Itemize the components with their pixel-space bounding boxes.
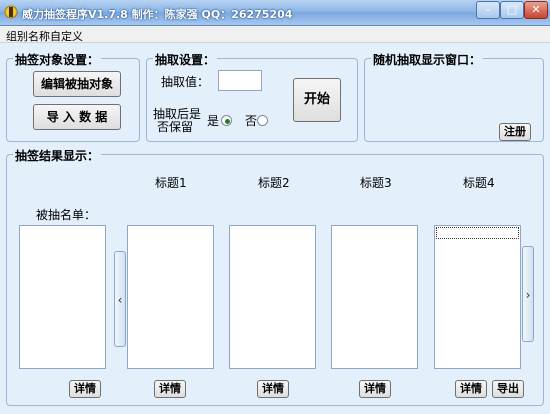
result-list-2[interactable] [229,225,316,369]
column-header-2: 标题2 [258,176,290,190]
close-button[interactable]: ✕ [524,1,548,19]
column-header-3: 标题3 [360,176,392,190]
title-bar[interactable]: 威力抽签程序V1.7.8 制作：陈家强 QQ：26275204 – □ ✕ [0,0,550,26]
drawn-list[interactable] [19,225,106,369]
keep-label-line2: 否保留 [157,120,194,134]
column-header-1: 标题1 [155,176,187,190]
minimize-button[interactable]: – [476,1,500,19]
register-button[interactable]: 注册 [499,123,531,141]
draw-settings-group: 抽取设置： 抽取值： 抽取后是 否保留 是 否 开始 [146,51,358,142]
scroll-right-button[interactable]: › [522,246,534,342]
keep-no-label: 否 [245,114,258,128]
detail-button-4[interactable]: 详情 [455,380,487,398]
menu-bar: 组别名称自定义 [0,26,550,43]
detail-button-2[interactable]: 详情 [257,380,289,398]
result-list-1[interactable] [127,225,214,369]
random-display-group: 随机抽取显示窗口： 注册 [364,51,544,142]
import-data-button[interactable]: 导 入 数 据 [33,104,121,130]
drawn-list-label: 被抽名单： [36,208,97,222]
results-label: 抽签结果显示： [13,147,102,164]
keep-yes-label: 是 [207,114,220,128]
random-display-label: 随机抽取显示窗口： [371,51,484,68]
maximize-button[interactable]: □ [500,1,524,19]
keep-after-draw-label: 抽取后是 否保留 [153,108,201,134]
edit-targets-button[interactable]: 编辑被抽对象 [33,71,121,97]
app-icon [4,5,18,19]
detail-button-list[interactable]: 详情 [69,380,101,398]
target-settings-group: 抽签对象设置： 编辑被抽对象 导 入 数 据 [6,51,140,142]
column-header-4: 标题4 [463,176,495,190]
start-button[interactable]: 开始 [293,78,341,122]
scroll-left-button[interactable]: ‹ [114,251,126,347]
list-selection [436,227,519,239]
result-list-3[interactable] [331,225,418,369]
detail-button-1[interactable]: 详情 [154,380,186,398]
draw-count-label: 抽取值： [161,75,210,89]
draw-settings-label: 抽取设置： [153,51,218,68]
target-settings-label: 抽签对象设置： [13,51,102,68]
export-button[interactable]: 导出 [492,380,524,398]
keep-no-radio[interactable] [257,115,268,126]
keep-yes-radio[interactable] [221,115,232,126]
detail-button-3[interactable]: 详情 [359,380,391,398]
results-group: 抽签结果显示： 标题1 标题2 标题3 标题4 被抽名单： ‹ › 详情 详情 … [6,147,544,406]
result-list-4[interactable] [434,225,521,369]
menu-item-custom-group-names[interactable]: 组别名称自定义 [6,28,83,44]
draw-count-input[interactable] [218,70,262,91]
window-title: 威力抽签程序V1.7.8 制作：陈家强 QQ：26275204 [22,8,293,21]
